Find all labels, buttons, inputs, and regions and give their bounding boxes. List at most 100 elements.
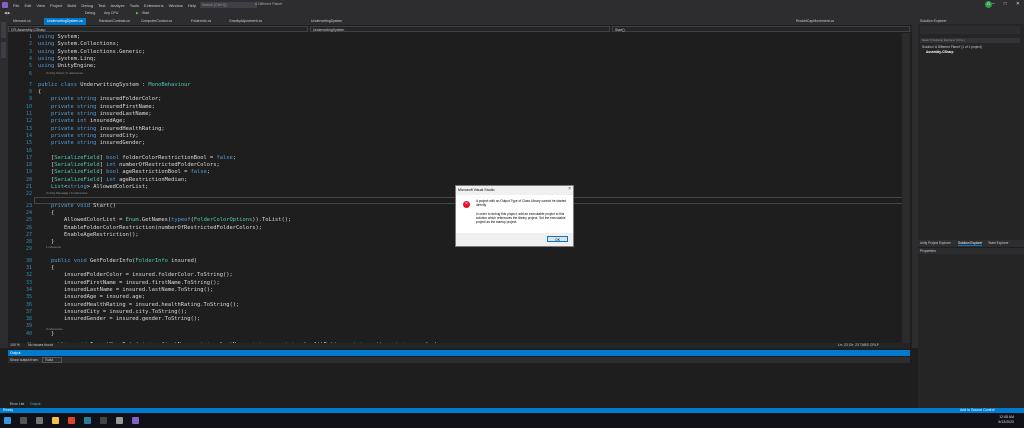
menu-view[interactable]: View — [36, 3, 45, 8]
unity-icon[interactable] — [100, 417, 107, 424]
code-line: private string insuredLastName; — [50, 111, 152, 117]
navigation-bar: CR-Assembly-CSharp UnderwritingSystem St… — [8, 26, 912, 32]
project-node[interactable]: Assembly-CSharp — [926, 50, 953, 54]
tab-error-list[interactable]: Error List — [10, 402, 24, 406]
code-line: EnableAgeRestriction(); — [38, 231, 139, 238]
tab-gravity-adjustment[interactable]: GravityAdjustment.cs — [226, 18, 265, 25]
codelens-getfolder[interactable]: 1 reference — [46, 245, 61, 249]
back-icon[interactable]: ◀ ▶ — [4, 11, 10, 15]
maximize-icon[interactable]: □ — [1004, 1, 1007, 7]
line-number: 2 — [28, 41, 32, 48]
minimize-icon[interactable]: – — [992, 1, 995, 7]
code-line: using System.Collections; — [38, 41, 120, 48]
menu-test[interactable]: Test — [98, 3, 105, 8]
close-icon[interactable]: ✕ — [1016, 1, 1020, 7]
start-button[interactable]: Start — [142, 11, 149, 15]
start-icon[interactable]: ▶ — [136, 11, 139, 15]
menu-analyze[interactable]: Analyze — [110, 3, 124, 8]
code-line: private string insuredGender; — [50, 140, 146, 147]
output-title: Output — [8, 350, 910, 356]
line-number: 20 — [25, 176, 32, 183]
code-line: [SerializeField] int ageRestrictionMedia… — [38, 176, 188, 183]
line-number: 16 — [25, 147, 32, 154]
properties-title: Properties — [918, 248, 1024, 254]
tab-random-contrast[interactable]: RandomContrast.cs — [96, 18, 133, 25]
windows-start-icon[interactable] — [4, 417, 11, 424]
file-explorer-icon[interactable] — [52, 417, 59, 424]
class-dropdown[interactable]: UnderwritingSystem — [310, 26, 610, 32]
dialog-close-icon[interactable]: × — [568, 186, 571, 192]
solution-node[interactable]: Solution 'A Different Planet' (1 of 1 pr… — [922, 45, 982, 49]
editor-scrollbar[interactable] — [902, 33, 910, 343]
quick-search-input[interactable]: Search (Ctrl+Q) — [200, 2, 257, 8]
tab-rocket-cap-movement[interactable]: RocketCapMovement.cs — [793, 18, 837, 25]
line-number: 10 — [25, 103, 32, 110]
server-explorer-tab[interactable] — [1, 22, 6, 38]
code-line: { — [38, 265, 55, 271]
menu-edit[interactable]: Edit — [24, 3, 31, 8]
line-number: 17 — [25, 154, 32, 161]
tab-unity-project-explorer[interactable]: Unity Project Explorer — [920, 241, 951, 245]
code-line: using System; — [38, 34, 81, 40]
solution-explorer-toolbar[interactable] — [920, 26, 1020, 34]
code-line: using UnityEngine; — [38, 63, 97, 70]
system-clock[interactable]: 12:08 AM 6/13/2020 — [998, 415, 1014, 425]
code-line: { — [38, 209, 55, 216]
member-dropdown[interactable]: Start() — [612, 26, 910, 32]
code-line: AllowedColorList = Enum.GetNames(typeof(… — [38, 217, 292, 224]
visual-studio-icon[interactable] — [132, 417, 139, 424]
tab-underwriting-system-preview[interactable]: UnderwritingSystem — [308, 18, 345, 25]
tab-menuxxi[interactable]: MenuxxI.cs — [10, 18, 34, 25]
line-number: 3 — [28, 48, 32, 55]
zoom-level[interactable]: 100 % — [10, 343, 20, 347]
platform-dropdown[interactable]: Any CPU — [104, 11, 118, 15]
code-line: private int insuredAge; — [50, 118, 126, 125]
tab-computer-control[interactable]: ComputerControl.cs — [138, 18, 175, 25]
menu-file[interactable]: File — [13, 3, 19, 8]
menu-project[interactable]: Project — [50, 3, 62, 8]
output-panel: Output Show output from: Build — [8, 350, 910, 408]
solution-search-input[interactable]: Search Solution Explorer (Ctrl+;) — [920, 38, 1020, 43]
menu-build[interactable]: Build — [67, 3, 76, 8]
menu-help[interactable]: Help — [188, 3, 196, 8]
error-icon: × — [463, 201, 470, 208]
line-number: 37 — [25, 308, 32, 315]
search-icon[interactable] — [20, 417, 27, 424]
edge-icon[interactable] — [84, 417, 91, 424]
app-icon[interactable] — [116, 417, 123, 424]
line-number: 36 — [25, 301, 32, 308]
tab-team-explorer[interactable]: Team Explorer — [988, 241, 1009, 245]
dialog-body: × A project with an Output Type of Class… — [456, 195, 573, 233]
line-number: 18 — [25, 162, 32, 169]
ok-button[interactable]: OK — [547, 236, 568, 242]
cursor-position: Ln: 23 Ch: 23 TABS CRLF — [838, 343, 879, 347]
menu-extensions[interactable]: Extensions — [144, 3, 164, 8]
menu-tools[interactable]: Tools — [130, 3, 139, 8]
codelens-import[interactable]: 0 references — [46, 327, 63, 331]
line-number: 25 — [25, 217, 32, 224]
opera-icon[interactable] — [68, 417, 75, 424]
task-view-icon[interactable] — [36, 417, 43, 424]
visual-studio-logo-icon — [2, 2, 8, 8]
config-dropdown[interactable]: Debug — [85, 11, 95, 15]
codelens-start[interactable]: 0 Unity Message | 0 references — [46, 191, 87, 195]
line-number: 19 — [25, 169, 32, 176]
output-source-dropdown[interactable]: Build — [42, 357, 63, 363]
line-number: 34 — [25, 286, 32, 293]
project-dropdown[interactable]: CR-Assembly-CSharp — [8, 26, 308, 32]
tab-solution-explorer[interactable]: Solution Explorer — [958, 241, 983, 246]
clock-date: 6/13/2020 — [998, 420, 1014, 424]
codelens-class[interactable]: 0 Unity Script | 0 references — [46, 71, 83, 75]
issues-status[interactable]: No issues found — [28, 343, 53, 347]
avatar[interactable]: G — [985, 1, 992, 8]
tab-output[interactable]: Output — [30, 402, 41, 406]
code-line: [SerializeField] bool ageRestrictionBool… — [38, 169, 211, 176]
line-number: 6 — [28, 70, 32, 77]
tab-folder-info[interactable]: FolderInfo.cs — [188, 18, 214, 25]
tab-underwriting-system[interactable]: UnderwritingSystem.cs — [44, 18, 86, 25]
toolbox-tab[interactable] — [1, 42, 6, 58]
menu-window[interactable]: Window — [169, 3, 183, 8]
menu-debug[interactable]: Debug — [81, 3, 93, 8]
left-tool-strip — [0, 18, 8, 348]
code-line: insuredCity = insured.city.ToString(); — [38, 308, 188, 315]
